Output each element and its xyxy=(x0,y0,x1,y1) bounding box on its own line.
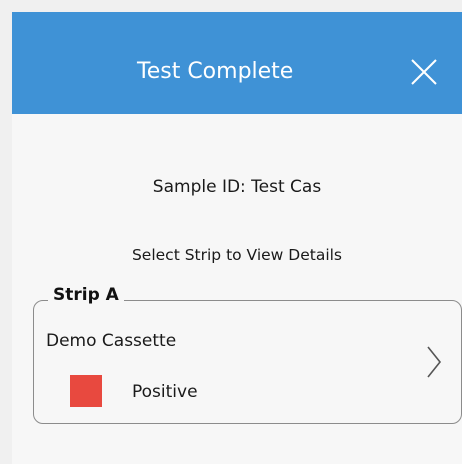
strip-status: Positive xyxy=(132,382,198,402)
close-icon xyxy=(411,59,437,85)
cassette-name: Demo Cassette xyxy=(46,331,177,351)
test-complete-dialog: Test Complete Sample ID: Test Cas Select… xyxy=(12,12,462,464)
select-strip-instruction: Select Strip to View Details xyxy=(131,246,343,264)
strip-legend: Strip A xyxy=(48,284,124,306)
chevron-right-icon[interactable] xyxy=(426,345,442,379)
close-button[interactable] xyxy=(408,56,440,88)
dialog-title: Test Complete xyxy=(137,59,294,84)
positive-status-swatch xyxy=(70,375,102,407)
dialog-header: Test Complete xyxy=(12,12,462,114)
sample-id-label: Sample ID: Test Cas xyxy=(152,177,322,197)
